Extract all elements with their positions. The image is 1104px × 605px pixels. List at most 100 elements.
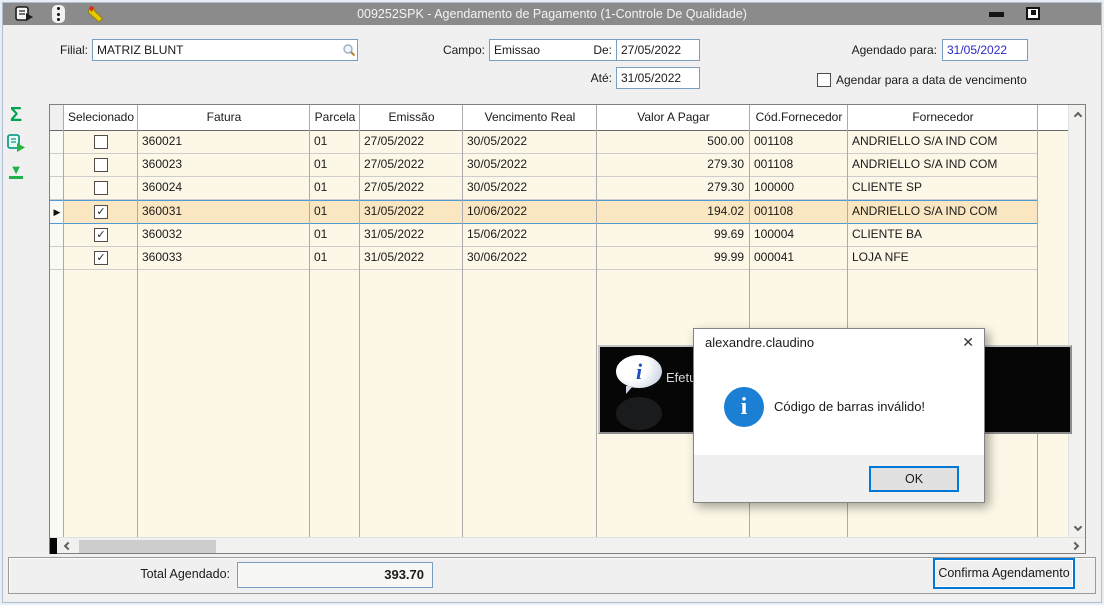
horizontal-scroll-thumb[interactable] [79, 540, 216, 553]
sigma-glyph: Σ [9, 103, 22, 126]
filial-label: Filial: [59, 43, 88, 57]
message-box-text: Código de barras inválido! [774, 399, 926, 414]
table-row[interactable]: 360024 01 27/05/2022 30/05/2022 279.30 100000… [50, 177, 1038, 200]
chevron-up-icon [1073, 111, 1082, 120]
row-indicator-cell [50, 131, 64, 153]
close-icon[interactable]: ✕ [962, 334, 974, 351]
row-checkbox-checked[interactable]: ✓ [94, 228, 108, 242]
confirma-agendamento-button[interactable]: Confirma Agendamento [933, 558, 1075, 589]
scroll-up-button[interactable] [1069, 105, 1086, 123]
row-cells: ✓ 360032 01 31/05/2022 15/06/2022 99.69 100004… [64, 224, 1038, 246]
selecionado-cell: ✓ [64, 247, 138, 269]
table-row[interactable]: ✓ 360032 01 31/05/2022 15/06/2022 99.69 100004… [50, 224, 1038, 247]
selecionado-cell [64, 131, 138, 153]
selecionado-cell [64, 154, 138, 176]
info-icon: i [724, 387, 764, 427]
message-box-footer: OK [694, 455, 984, 502]
grid-rows: 360021 01 27/05/2022 30/05/2022 500.00 001108… [50, 131, 1038, 270]
chevron-right-icon [1070, 541, 1080, 551]
message-box-title: alexandre.claudino [705, 335, 815, 350]
row-cells: 360024 01 27/05/2022 30/05/2022 279.30 100000… [64, 177, 1038, 199]
fornecedor-cell: LOJA NFE [852, 250, 909, 264]
header-vencimento-real[interactable]: Vencimento Real [463, 105, 597, 130]
total-agendado-value: 393.70 [237, 562, 433, 588]
agendar-vencimento-checkbox[interactable] [817, 73, 831, 87]
table-row[interactable]: ✓ 360033 01 31/05/2022 30/06/2022 99.99 000041… [50, 247, 1038, 270]
header-parcela[interactable]: Parcela [310, 105, 360, 130]
row-checkbox-unchecked[interactable] [94, 158, 108, 172]
vencimento-real-cell: 15/06/2022 [467, 227, 528, 241]
valor-a-pagar-cell: 194.02 [707, 204, 744, 218]
vencimento-real-cell: 10/06/2022 [467, 204, 528, 218]
vencimento-real-cell: 30/05/2022 [467, 157, 528, 171]
row-indicator-cell [50, 154, 64, 176]
scroll-right-button[interactable] [1068, 538, 1085, 554]
fornecedor-cell: CLIENTE BA [852, 227, 923, 241]
fatura-cell: 360024 [142, 180, 183, 194]
scroll-down-button[interactable] [1069, 519, 1086, 537]
emissao-cell: 27/05/2022 [364, 180, 425, 194]
ok-button[interactable]: OK [869, 466, 959, 492]
down-triangle-glyph: ▼ [8, 162, 24, 179]
table-row[interactable]: ▶ ✓ 360031 01 31/05/2022 10/06/2022 194.02 0011… [50, 200, 1038, 224]
cod-fornecedor-cell: 100000 [754, 180, 795, 194]
header-cod-fornecedor[interactable]: Cód.Fornecedor [750, 105, 848, 130]
valor-a-pagar-cell: 500.00 [707, 134, 744, 148]
parcela-cell: 01 [314, 180, 328, 194]
header-filler [1038, 105, 1068, 130]
filial-input[interactable]: MATRIZ BLUNT [92, 39, 358, 61]
ate-input[interactable]: 31/05/2022 [616, 67, 700, 89]
header-fatura[interactable]: Fatura [138, 105, 310, 130]
vertical-scrollbar[interactable] [1068, 105, 1085, 537]
cod-fornecedor-cell: 000041 [754, 250, 795, 264]
maximize-button[interactable] [1026, 7, 1040, 20]
fatura-cell: 360032 [142, 227, 183, 241]
info-bubble-icon: i [616, 355, 662, 388]
cod-fornecedor-cell: 001108 [754, 204, 794, 218]
scroll-left-button[interactable] [58, 538, 75, 554]
export-grid-icon[interactable] [4, 131, 28, 155]
row-indicator-cell: ▶ [53, 207, 61, 217]
header-selecionado[interactable]: Selecionado [64, 105, 138, 130]
selecionado-cell: ✓ [64, 224, 138, 246]
export-grid-icon-svg [7, 134, 25, 152]
row-indicator-cell [50, 247, 64, 269]
emissao-cell: 27/05/2022 [364, 134, 425, 148]
row-indicator-cell [50, 224, 64, 246]
agendado-para-input[interactable]: 31/05/2022 [942, 39, 1028, 61]
scrollbar-left-mark [50, 538, 57, 554]
parcela-cell: 01 [314, 204, 328, 218]
emissao-cell: 31/05/2022 [364, 227, 425, 241]
message-box: alexandre.claudino ✕ i Código de barras … [693, 328, 985, 503]
minimize-button[interactable] [989, 12, 1004, 17]
parcela-cell: 01 [314, 157, 328, 171]
filial-value: MATRIZ BLUNT [97, 43, 184, 57]
row-checkbox-unchecked[interactable] [94, 135, 108, 149]
selecionado-cell: ✓ [64, 201, 138, 223]
agendado-para-value: 31/05/2022 [947, 43, 1008, 57]
emissao-cell: 31/05/2022 [364, 204, 425, 218]
parcela-cell: 01 [314, 134, 328, 148]
cod-fornecedor-cell: 100004 [754, 227, 795, 241]
total-agendado-label: Total Agendado: [140, 567, 230, 581]
row-checkbox-checked[interactable]: ✓ [94, 251, 108, 265]
header-fornecedor[interactable]: Fornecedor [848, 105, 1038, 130]
row-checkbox-checked[interactable]: ✓ [94, 205, 108, 219]
row-cells: ✓ 360033 01 31/05/2022 30/06/2022 99.99 000041… [64, 247, 1038, 269]
row-checkbox-unchecked[interactable] [94, 181, 108, 195]
de-label: De: [593, 43, 612, 57]
de-input[interactable]: 27/05/2022 [616, 39, 700, 61]
goto-last-row-icon[interactable]: ▼ [4, 160, 28, 184]
fornecedor-cell: ANDRIELLO S/A IND COM [852, 204, 998, 218]
header-emissao[interactable]: Emissão [360, 105, 463, 130]
parcela-cell: 01 [314, 250, 328, 264]
horizontal-scrollbar[interactable] [50, 537, 1085, 554]
info-bubble-reflection [616, 397, 662, 430]
table-row[interactable]: 360023 01 27/05/2022 30/05/2022 279.30 001108… [50, 154, 1038, 177]
header-valor-a-pagar[interactable]: Valor A Pagar [597, 105, 750, 130]
info-bubble-tail [626, 386, 633, 394]
sum-totals-icon[interactable]: Σ [4, 103, 28, 127]
ate-value: 31/05/2022 [621, 71, 682, 85]
table-row[interactable]: 360021 01 27/05/2022 30/05/2022 500.00 001108… [50, 131, 1038, 154]
fornecedor-cell: ANDRIELLO S/A IND COM [852, 134, 998, 148]
